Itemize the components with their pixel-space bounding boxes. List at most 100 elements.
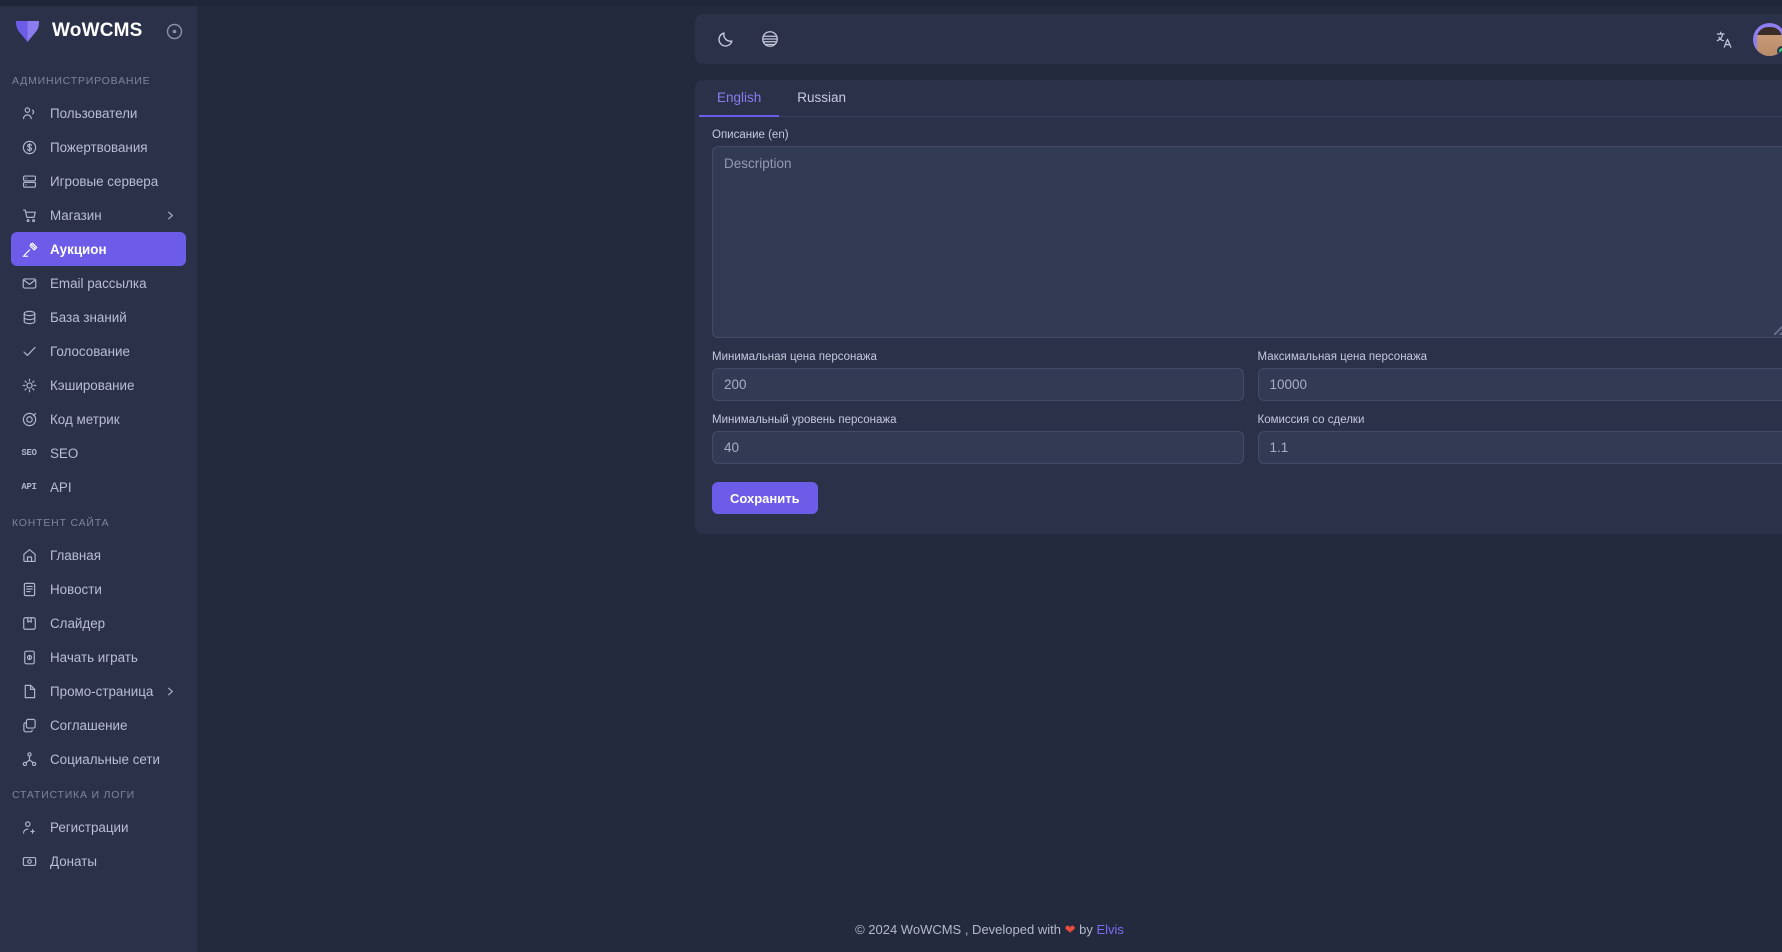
sidebar-item-label: Email рассылка — [50, 275, 147, 291]
max-character-price-input[interactable]: 10000 — [1257, 368, 1782, 401]
sidebar-item-1[interactable]: Регистрации — [11, 810, 186, 844]
chevron-right-icon[interactable] — [165, 685, 177, 697]
sidebar-item-label: Главная — [50, 547, 101, 563]
sidebar-item-9[interactable]: Кэширование — [11, 368, 186, 402]
sidebar-item-4[interactable]: Магазин — [11, 198, 186, 232]
min-level-field-group: Минимальный уровень персонажа 40 — [712, 414, 1244, 464]
metrics-icon — [20, 410, 38, 428]
topbar-right-actions — [1713, 22, 1782, 56]
sidebar-item-7[interactable]: Социальные сети — [11, 742, 186, 776]
translate-icon[interactable] — [1713, 28, 1735, 50]
sidebar: WoWCMS АДМИНИСТРИРОВАНИЕ Пользователи Поже… — [0, 0, 197, 952]
footer-by: by — [1079, 922, 1093, 937]
sidebar-item-label: Игровые сервера — [50, 173, 159, 189]
sidebar-item-label: Пользователи — [50, 105, 138, 121]
sidebar-nav: АДМИНИСТРИРОВАНИЕ Пользователи Пожертвован… — [0, 62, 197, 878]
commission-label: Комиссия со сделки — [1257, 414, 1365, 426]
tab-active-1[interactable]: English — [699, 80, 780, 117]
topbar — [695, 14, 1782, 64]
sidebar-item-2[interactable]: Донаты — [11, 844, 186, 878]
footer-author-link[interactable]: Elvis — [1096, 922, 1123, 937]
min-character-level-input[interactable]: 40 — [712, 431, 1244, 464]
contrast-globe-icon[interactable] — [759, 28, 781, 50]
footer-copyright: © 2024 WoWCMS , Developed with — [855, 922, 1061, 937]
sidebar-item-label: Социальные сети — [50, 751, 161, 767]
main-content: English Russian Описание (en) Description… — [197, 0, 1782, 952]
sidebar-item-3[interactable]: Слайдер — [11, 606, 186, 640]
sidebar-item-label: Соглашение — [50, 717, 128, 733]
sidebar-section-title: КОНТЕНТ САЙТА — [12, 517, 110, 529]
sidebar-item-label: Начать играть — [50, 649, 138, 665]
sidebar-item-label: База знаний — [50, 309, 127, 325]
user-plus-icon — [20, 818, 38, 836]
max-price-label: Максимальная цена персонажа — [1257, 351, 1428, 363]
commission-field-group: Комиссия со сделки 1.1 — [1257, 414, 1782, 464]
sidebar-item-2[interactable]: Новости — [11, 572, 186, 606]
sidebar-item-label: Слайдер — [50, 615, 106, 631]
sidebar-item-label: SEO — [50, 445, 79, 461]
min-level-label: Минимальный уровень персонажа — [712, 414, 897, 426]
status-badge-online — [1777, 45, 1782, 56]
brand-name: WoWCMS — [52, 20, 143, 41]
play-card-icon — [20, 648, 38, 666]
sidebar-section-title: АДМИНИСТРИРОВАНИЕ — [12, 75, 151, 87]
dollar-circle-icon — [20, 138, 38, 156]
sidebar-item-4[interactable]: Начать играть — [11, 640, 186, 674]
level-commission-fields-row: Минимальный уровень персонажа 40 Комисси… — [712, 414, 1782, 464]
news-icon — [20, 580, 38, 598]
sidebar-item-label: Магазин — [50, 207, 102, 223]
description-textarea[interactable]: Description — [712, 146, 1782, 338]
sidebar-section-title: СТАТИСТИКА И ЛОГИ — [12, 789, 136, 801]
sidebar-item-11[interactable]: SEO SEO — [11, 436, 186, 470]
sidebar-item-2[interactable]: Пожертвования — [11, 130, 186, 164]
sidebar-item-label: Промо-страница — [50, 683, 154, 699]
sidebar-item-6[interactable]: Email рассылка — [11, 266, 186, 300]
api-text-icon: API — [21, 482, 37, 492]
moon-icon[interactable] — [715, 28, 737, 50]
sidebar-item-label: Голосование — [50, 343, 130, 359]
sidebar-item-label: Аукцион — [50, 241, 107, 257]
wow-logo-icon — [14, 18, 41, 45]
cache-icon — [20, 376, 38, 394]
sidebar-item-8[interactable]: Голосование — [11, 334, 186, 368]
sidebar-item-5-active[interactable]: Аукцион — [11, 232, 186, 266]
mail-icon — [20, 274, 38, 292]
donate-box-icon — [20, 852, 38, 870]
page-icon — [20, 682, 38, 700]
sidebar-item-label: Кэширование — [50, 377, 135, 393]
avatar[interactable] — [1753, 22, 1782, 56]
description-placeholder: Description — [724, 156, 792, 171]
sidebar-item-5[interactable]: Промо-страница — [11, 674, 186, 708]
sidebar-item-1[interactable]: Пользователи — [11, 96, 186, 130]
slider-icon — [20, 614, 38, 632]
max-price-field-group: Максимальная цена персонажа 10000 — [1257, 351, 1782, 401]
tab-2[interactable]: Russian — [779, 80, 864, 117]
chevron-right-icon[interactable] — [165, 209, 177, 221]
footer: © 2024 WoWCMS , Developed with ❤ by Elvi… — [197, 922, 1782, 938]
sidebar-item-7[interactable]: База знаний — [11, 300, 186, 334]
cart-icon — [20, 206, 38, 224]
sidebar-item-label: Пожертвования — [50, 139, 148, 155]
min-price-field-group: Минимальная цена персонажа 200 — [712, 351, 1244, 401]
share-network-icon — [20, 750, 38, 768]
sidebar-item-label: Регистрации — [50, 819, 129, 835]
sidebar-item-6[interactable]: Соглашение — [11, 708, 186, 742]
min-character-price-input[interactable]: 200 — [712, 368, 1244, 401]
sidebar-item-1[interactable]: Главная — [11, 538, 186, 572]
settings-card: English Russian Описание (en) Description… — [695, 80, 1782, 534]
deal-commission-input[interactable]: 1.1 — [1257, 431, 1782, 464]
sidebar-item-12[interactable]: API API — [11, 470, 186, 504]
resize-handle-icon[interactable] — [1774, 323, 1782, 335]
seo-text-icon: SEO — [21, 448, 37, 458]
sidebar-item-label: Код метрик — [50, 411, 120, 427]
window-top-strip — [0, 0, 1782, 6]
sidebar-item-10[interactable]: Код метрик — [11, 402, 186, 436]
save-button[interactable]: Сохранить — [712, 482, 818, 514]
price-fields-row: Минимальная цена персонажа 200 Максималь… — [712, 351, 1782, 401]
min-price-label: Минимальная цена персонажа — [712, 351, 877, 363]
sidebar-item-3[interactable]: Игровые сервера — [11, 164, 186, 198]
brand-header: WoWCMS — [0, 0, 197, 62]
heart-icon: ❤ — [1064, 922, 1076, 937]
collapse-circle-icon[interactable] — [166, 23, 183, 40]
sidebar-item-label: Новости — [50, 581, 102, 597]
